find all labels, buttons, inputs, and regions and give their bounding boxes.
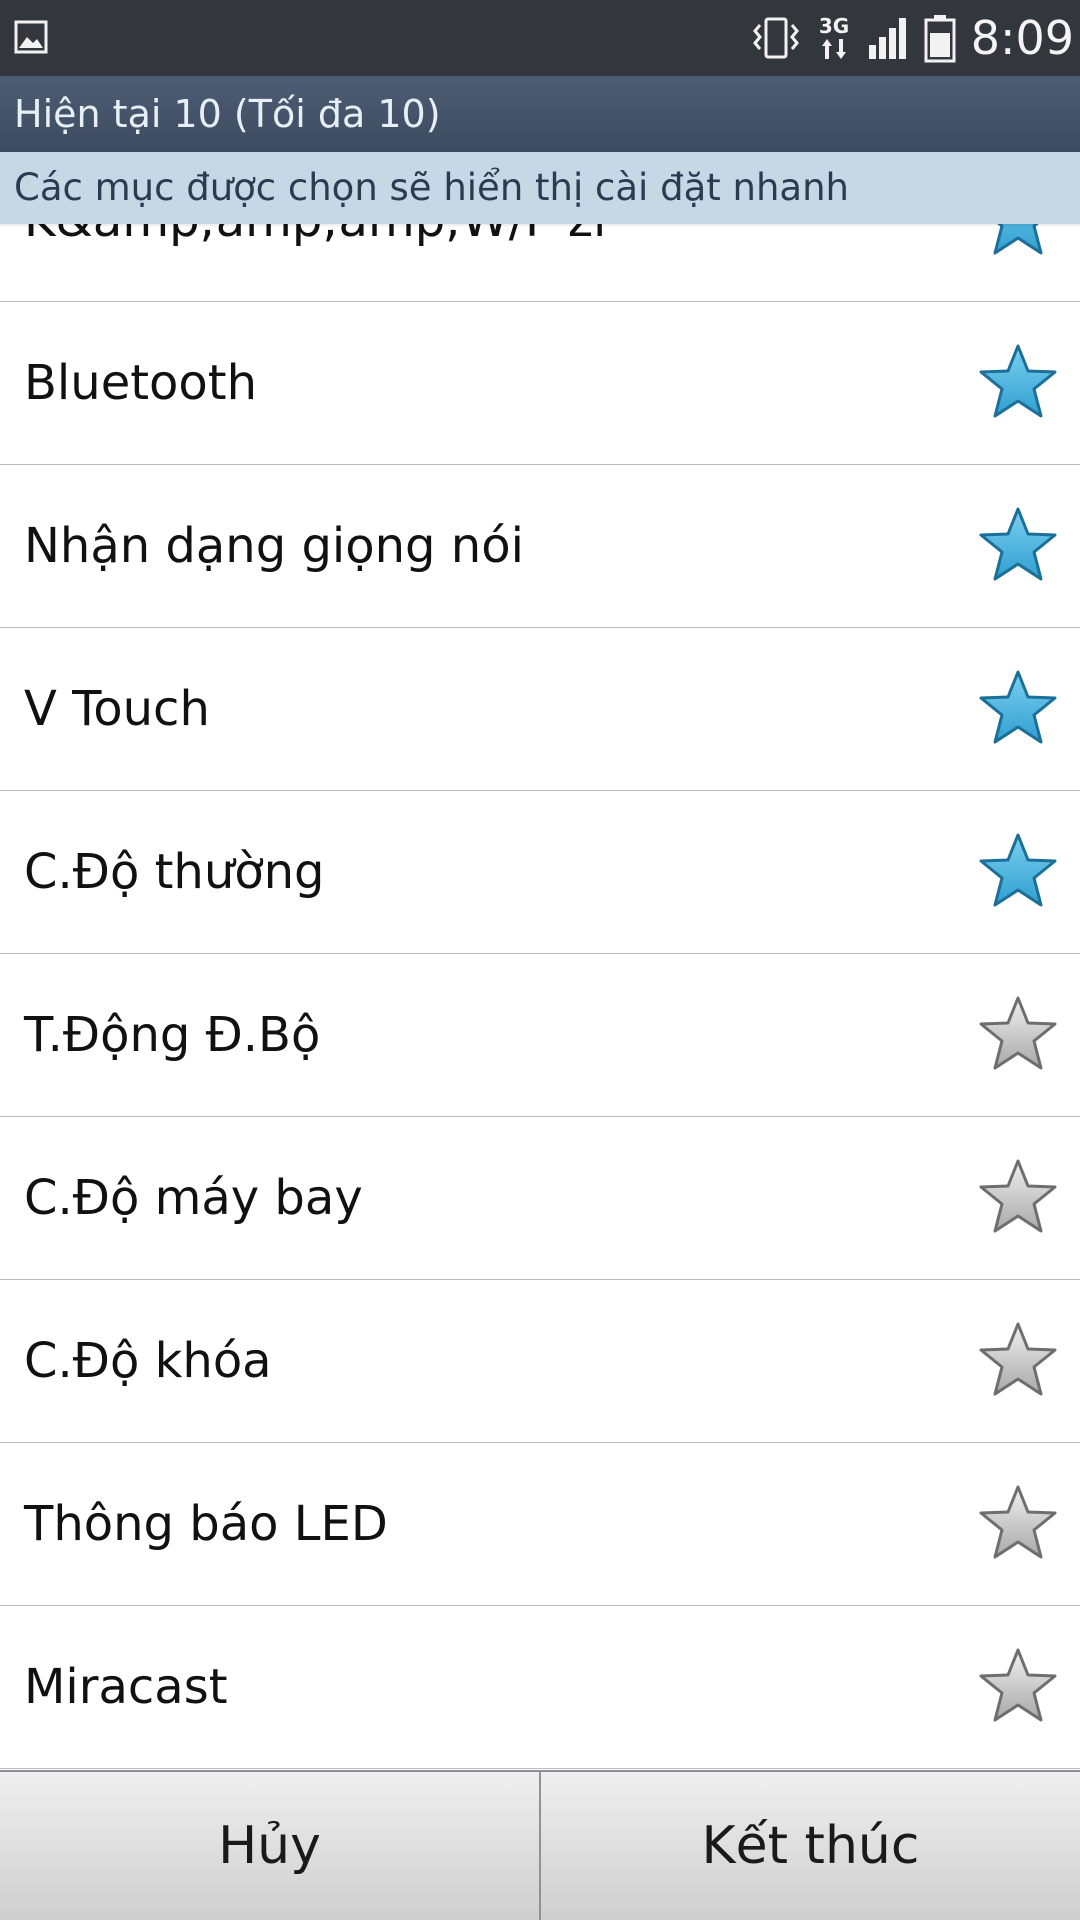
list-item[interactable]: V Touch: [0, 628, 1080, 791]
list-item-label: K&amp;amp;amp;W/F zi: [24, 224, 606, 302]
list-item-label: V Touch: [24, 681, 210, 737]
status-time: 8:09: [970, 11, 1074, 65]
bottom-button-bar: Hủy Kết thúc: [0, 1770, 1080, 1920]
signal-icon: [867, 15, 909, 61]
star-filled-icon[interactable]: [978, 224, 1058, 259]
gallery-notification-icon: [14, 20, 48, 54]
list-item-label: Thông báo LED: [24, 1496, 388, 1552]
star-outline-icon[interactable]: [978, 994, 1058, 1074]
star-filled-icon[interactable]: [978, 831, 1058, 911]
list-item-label: Nhận dạng giọng nói: [24, 518, 524, 574]
star-outline-icon[interactable]: [978, 1320, 1058, 1400]
list-item-label: C.Độ thường: [24, 844, 325, 900]
cancel-button[interactable]: Hủy: [0, 1772, 539, 1920]
list-item[interactable]: T.Động Đ.Bộ: [0, 954, 1080, 1117]
list-item-label: C.Độ máy bay: [24, 1170, 363, 1226]
3g-data-icon: 3G: [815, 13, 853, 63]
quick-settings-list[interactable]: K&amp;amp;amp;W/F zi Bluetooth Nhận dạng g…: [0, 224, 1080, 1770]
star-filled-icon[interactable]: [978, 505, 1058, 585]
list-item[interactable]: C.Độ thường: [0, 791, 1080, 954]
hint-bar: Các mục được chọn sẽ hiển thị cài đặt nh…: [0, 152, 1080, 224]
list-item-label: T.Động Đ.Bộ: [24, 1007, 321, 1063]
vibrate-icon: [751, 15, 801, 61]
hint-text: Các mục được chọn sẽ hiển thị cài đặt nh…: [14, 166, 849, 209]
list-item-label: Bluetooth: [24, 355, 258, 411]
list-item[interactable]: K&amp;amp;amp;W/F zi: [0, 224, 1080, 302]
list-item[interactable]: Bluetooth: [0, 302, 1080, 465]
selection-count-bar: Hiện tại 10 (Tối đa 10): [0, 76, 1080, 152]
status-icons: 3G 8:09: [751, 0, 1074, 76]
battery-icon: [923, 13, 957, 63]
list-item[interactable]: C.Độ máy bay: [0, 1117, 1080, 1280]
list-item[interactable]: Nhận dạng giọng nói: [0, 465, 1080, 628]
star-outline-icon[interactable]: [978, 1646, 1058, 1726]
screen: 3G 8:09 Hiện tại 10 (Tối đa 10) Các mục …: [0, 0, 1080, 1920]
list-item[interactable]: Thông báo LED: [0, 1443, 1080, 1606]
list-item-label: C.Độ khóa: [24, 1333, 272, 1389]
network-type-label: 3G: [819, 14, 849, 38]
list-item[interactable]: Miracast: [0, 1606, 1080, 1769]
status-bar: 3G 8:09: [0, 0, 1080, 76]
star-outline-icon[interactable]: [978, 1483, 1058, 1563]
done-button[interactable]: Kết thúc: [541, 1772, 1080, 1920]
quick-settings-list-content: K&amp;amp;amp;W/F zi Bluetooth Nhận dạng g…: [0, 224, 1080, 1769]
star-outline-icon[interactable]: [978, 1157, 1058, 1237]
star-filled-icon[interactable]: [978, 342, 1058, 422]
list-item-label: Miracast: [24, 1659, 228, 1715]
list-item[interactable]: C.Độ khóa: [0, 1280, 1080, 1443]
selection-count-text: Hiện tại 10 (Tối đa 10): [14, 92, 441, 136]
star-filled-icon[interactable]: [978, 668, 1058, 748]
